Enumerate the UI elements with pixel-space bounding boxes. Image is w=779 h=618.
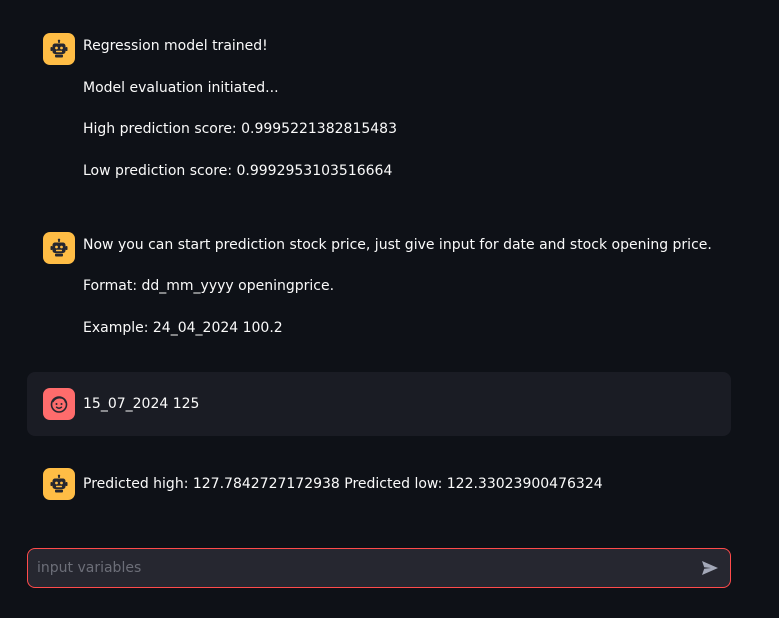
assistant-avatar [43,468,75,500]
assistant-message: Predicted high: 127.7842727172938 Predic… [27,468,731,508]
assistant-message: Regression model trained! Model evaluati… [27,30,731,190]
message-text: Now you can start prediction stock price… [83,237,712,253]
user-message: 15_07_2024 125 [27,372,731,436]
message-text: Model evaluation initiated... [83,80,279,96]
chat-input[interactable] [28,549,688,587]
message-text: 15_07_2024 125 [83,396,200,412]
message-text: Regression model trained! [83,38,268,54]
message-text: Low prediction score: 0.9992953103516664 [83,163,393,179]
robot-icon [50,238,68,257]
assistant-avatar [43,33,75,65]
message-text: Example: 24_04_2024 100.2 [83,320,283,336]
robot-icon [50,39,68,58]
smiley-face-icon [50,396,68,413]
user-avatar [43,388,75,420]
chat-input-container [27,548,731,588]
robot-icon [50,474,68,493]
message-text: High prediction score: 0.999522138281548… [83,121,397,137]
message-text: Predicted high: 127.7842727172938 Predic… [83,476,603,492]
send-arrow-icon [702,561,718,575]
message-text: Format: dd_mm_yyyy openingprice. [83,278,335,294]
assistant-message: Now you can start prediction stock price… [27,229,731,349]
send-button[interactable] [698,556,722,580]
assistant-avatar [43,232,75,264]
